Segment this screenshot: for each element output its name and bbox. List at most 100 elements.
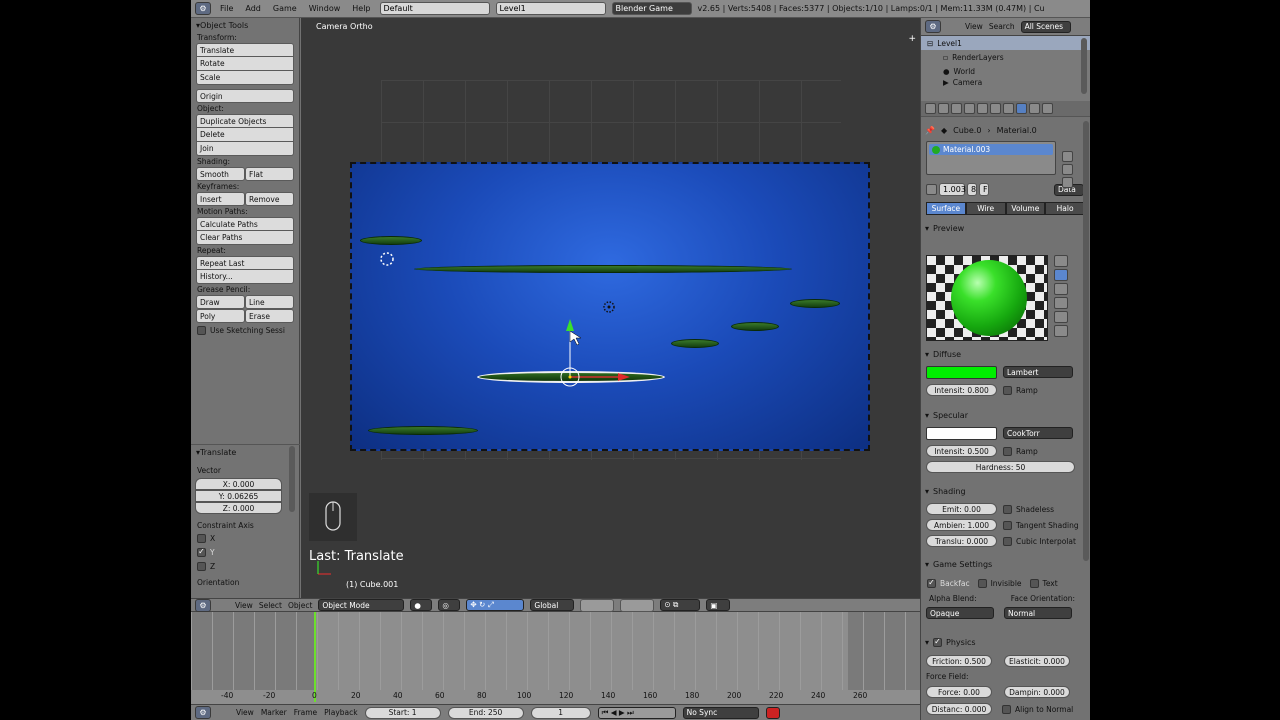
diffuse-ramp-checkbox[interactable]: Ramp (1003, 383, 1038, 397)
tool-shelf-scrollbar[interactable] (289, 446, 295, 512)
diffuse-intensity-field[interactable]: Intensit: 0.800 (926, 384, 997, 396)
invisible-checkbox[interactable]: Invisible (977, 576, 1022, 590)
timeline-editor[interactable]: -40 -20 0 20 40 60 80 100 120 140 160 18… (191, 612, 920, 704)
material-users-field[interactable]: 1.003 (939, 183, 966, 196)
viewport-plus-icon[interactable]: + (908, 34, 916, 44)
data-tab[interactable] (1003, 103, 1014, 114)
slot-specials-button[interactable] (1062, 177, 1073, 188)
select-menu[interactable]: Select (259, 601, 282, 610)
browse-material-button[interactable] (926, 184, 937, 195)
scene-tab[interactable] (938, 103, 949, 114)
remove-keyframe-button[interactable]: Remove (245, 192, 294, 206)
shading-header[interactable]: ▾ Shading (921, 484, 1083, 498)
screen-layout-field[interactable]: Default (379, 2, 490, 15)
duplicate-button[interactable]: Duplicate Objects (196, 114, 294, 128)
vector-y-field[interactable]: Y: 0.06265 (195, 490, 282, 502)
lamp-icon[interactable] (601, 299, 617, 315)
backface-culling-checkbox[interactable]: ✓ Backfac (921, 576, 970, 590)
origin-button[interactable]: Origin (196, 89, 294, 103)
game-settings-header[interactable]: ▾ Game Settings (921, 557, 1083, 571)
snap-controls[interactable]: ⊙ ⧉ (660, 599, 701, 611)
vector-z-field[interactable]: Z: 0.000 (195, 502, 282, 514)
preview-flat-button[interactable] (1054, 255, 1068, 267)
timeline-view-menu[interactable]: View (236, 708, 254, 717)
editor-type-button[interactable]: ⚙ (195, 2, 211, 15)
object-menu[interactable]: Object (288, 601, 312, 610)
elasticity-field[interactable]: Elasticit: 0.000 (1004, 655, 1070, 667)
volume-tab[interactable]: Volume (1005, 202, 1046, 215)
preview-sphere-button[interactable] (1054, 269, 1068, 281)
pivot-dropdown[interactable]: ◎ (438, 599, 461, 611)
surface-tab[interactable]: Surface (926, 202, 966, 215)
wire-tab[interactable]: Wire (965, 202, 1006, 215)
diffuse-shader-dropdown[interactable]: Lambert (1003, 366, 1073, 378)
specular-intensity-field[interactable]: Intensit: 0.500 (926, 445, 997, 457)
add-slot-button[interactable] (1062, 151, 1073, 162)
physics-header[interactable]: ▾ ✓ Physics (921, 635, 1083, 649)
tangent-shading-checkbox[interactable]: Tangent Shading (1003, 518, 1079, 532)
3d-viewport[interactable]: Camera Ortho + Last: Translate (1) Cube.… (301, 18, 920, 598)
draw-button[interactable]: Draw (196, 295, 245, 309)
history-button[interactable]: History... (196, 270, 294, 284)
end-frame-field[interactable]: End: 250 (447, 706, 524, 719)
preview-cube-button[interactable] (1054, 283, 1068, 295)
material-slot[interactable]: Material.003 (929, 144, 1053, 155)
smooth-button[interactable]: Smooth (196, 167, 245, 181)
sketching-checkbox[interactable]: Use Sketching Sessi (191, 323, 299, 337)
viewport-shading-dropdown[interactable]: ● (410, 599, 433, 611)
outliner-item-world[interactable]: ● World (921, 64, 1090, 78)
preview-monkey-button[interactable] (1054, 297, 1068, 309)
scale-button[interactable]: Scale (196, 71, 294, 85)
halo-tab[interactable]: Halo (1045, 202, 1085, 215)
constraint-y-checkbox[interactable]: ✓ Y (191, 545, 300, 559)
erase-button[interactable]: Erase (245, 309, 294, 323)
3d-cursor-icon[interactable] (379, 251, 395, 267)
text-checkbox[interactable]: Text (1029, 576, 1058, 590)
translate-operator-header[interactable]: ▾ Translate (191, 445, 300, 459)
frame-menu[interactable]: Frame (294, 708, 317, 717)
constraint-x-checkbox[interactable]: X (191, 531, 300, 545)
layer-buttons-1[interactable] (580, 598, 615, 612)
join-button[interactable]: Join (196, 142, 294, 156)
material-tab[interactable] (1016, 103, 1027, 114)
diffuse-header[interactable]: ▾ Diffuse (921, 347, 1083, 361)
specular-ramp-checkbox[interactable]: Ramp (1003, 444, 1038, 458)
sync-dropdown[interactable]: No Sync (682, 706, 759, 719)
object-tab[interactable] (964, 103, 975, 114)
physics-enable-box[interactable]: ✓ (933, 637, 943, 647)
specular-header[interactable]: ▾ Specular (921, 408, 1083, 422)
flat-button[interactable]: Flat (245, 167, 294, 181)
alpha-blend-dropdown[interactable]: Opaque (926, 607, 994, 619)
start-frame-field[interactable]: Start: 1 (364, 706, 441, 719)
emit-field[interactable]: Emit: 0.00 (926, 503, 997, 515)
cubic-interpolation-checkbox[interactable]: Cubic Interpolat (1003, 534, 1076, 548)
outliner-search-menu[interactable]: Search (989, 22, 1015, 31)
friction-field[interactable]: Friction: 0.500 (926, 655, 992, 667)
material-slot-list[interactable]: Material.003 (926, 141, 1056, 175)
outliner-scrollbar[interactable] (1081, 38, 1087, 94)
viewport-editor-type-button[interactable]: ⚙ (195, 598, 211, 612)
preview-hair-button[interactable] (1054, 311, 1068, 323)
layer-buttons-2[interactable] (620, 598, 655, 612)
translate-button[interactable]: Translate (196, 43, 294, 57)
insert-keyframe-button[interactable]: Insert (196, 192, 245, 206)
translucency-field[interactable]: Translu: 0.000 (926, 535, 997, 547)
force-field-value[interactable]: Force: 0.00 (926, 686, 992, 698)
playback-controls[interactable]: ⏮ ◀ ▶ ⏭ (597, 706, 676, 719)
hardness-field[interactable]: Hardness: 50 (926, 461, 1075, 473)
view-menu[interactable]: View (235, 601, 253, 610)
playback-menu[interactable]: Playback (324, 708, 357, 717)
outliner-item-camera[interactable]: ▶ Camera (921, 78, 1090, 86)
display-mode-dropdown[interactable]: All Scenes (1020, 20, 1071, 33)
current-frame-field[interactable]: 1 (530, 706, 591, 719)
remove-slot-button[interactable] (1062, 164, 1073, 175)
outliner-view-menu[interactable]: View (965, 22, 983, 31)
menu-file[interactable]: File (217, 4, 236, 13)
world-tab[interactable] (951, 103, 962, 114)
timeline-editor-type-button[interactable]: ⚙ (195, 706, 211, 719)
clear-paths-button[interactable]: Clear Paths (196, 231, 294, 245)
record-button[interactable] (765, 706, 780, 719)
physics-tab[interactable] (1042, 103, 1053, 114)
menu-window[interactable]: Window (306, 4, 344, 13)
constraint-z-checkbox[interactable]: Z (191, 559, 300, 573)
